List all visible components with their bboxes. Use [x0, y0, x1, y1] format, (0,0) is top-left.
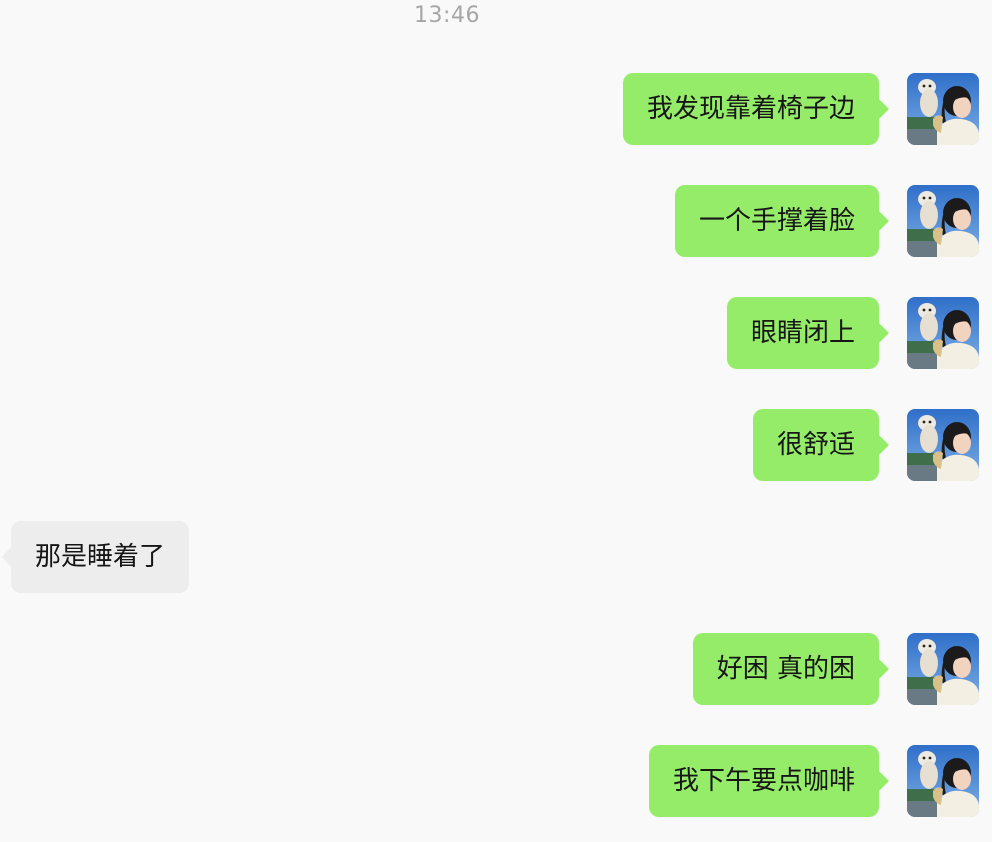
message-row-incoming: 那是睡着了	[0, 521, 992, 593]
message-bubble[interactable]: 眼睛闭上	[726, 297, 890, 369]
message-bubble[interactable]: 我下午要点咖啡	[648, 745, 890, 817]
message-row-outgoing: 好困 真的困	[0, 633, 992, 705]
message-row-outgoing: 眼睛闭上	[0, 297, 992, 369]
message-bubble[interactable]: 我发现靠着椅子边	[622, 73, 890, 145]
message-bubble[interactable]: 好困 真的困	[692, 633, 890, 705]
user-avatar-icon[interactable]	[907, 297, 979, 369]
user-avatar-icon[interactable]	[907, 745, 979, 817]
user-avatar-icon[interactable]	[907, 185, 979, 257]
message-row-outgoing: 很舒适	[0, 409, 992, 481]
message-bubble[interactable]: 那是睡着了	[1, 521, 190, 593]
chat-view: 13:46 我发现靠着椅子边 一个手撑着脸 眼睛闭上 很舒适 那是睡着了 好困 …	[0, 0, 992, 842]
message-bubble[interactable]: 一个手撑着脸	[674, 185, 890, 257]
user-avatar-icon[interactable]	[907, 73, 979, 145]
user-avatar-icon[interactable]	[907, 409, 979, 481]
message-row-outgoing: 我发现靠着椅子边	[0, 73, 992, 145]
message-timestamp: 13:46	[414, 3, 480, 28]
message-row-outgoing: 我下午要点咖啡	[0, 745, 992, 817]
message-bubble[interactable]: 很舒适	[752, 409, 890, 481]
message-row-outgoing: 一个手撑着脸	[0, 185, 992, 257]
user-avatar-icon[interactable]	[907, 633, 979, 705]
